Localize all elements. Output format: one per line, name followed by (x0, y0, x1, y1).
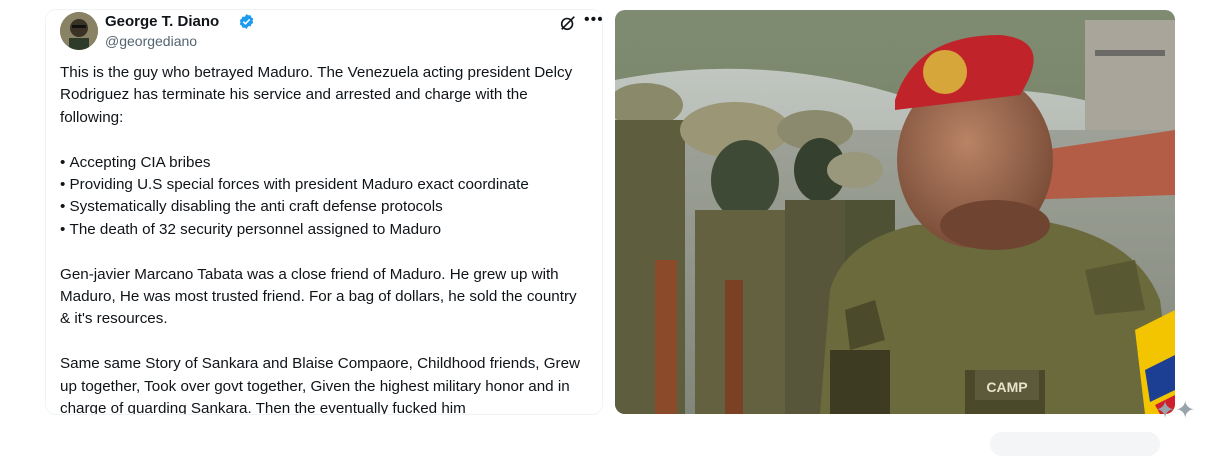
name-tape: CAMP (986, 379, 1027, 395)
soldier-photo: CAMP (615, 10, 1175, 414)
author-name[interactable]: George T. Diano (105, 13, 219, 30)
list-item: Accepting CIA bribes (60, 152, 590, 174)
more-icon[interactable]: ••• (584, 12, 602, 28)
tweet-paragraph-3: Same same Story of Sankara and Blaise Co… (60, 355, 581, 414)
watermark-logo: ✦✦ (1155, 397, 1196, 424)
verified-badge-icon (239, 14, 254, 29)
bottom-pill (990, 432, 1160, 456)
tweet-text: This is the guy who betrayed Maduro. The… (60, 62, 590, 414)
tweet-card: George T. Diano @georgediano ••• This is… (46, 10, 602, 414)
list-item: Systematically disabling the anti craft … (60, 196, 590, 218)
list-item: Providing U.S special forces with presid… (60, 174, 590, 196)
avatar[interactable] (60, 12, 98, 50)
tweet-paragraph-1: This is the guy who betrayed Maduro. The… (60, 64, 573, 126)
tweet-paragraph-2: Gen-javier Marcano Tabata was a close fr… (60, 265, 577, 328)
grok-icon[interactable] (559, 14, 577, 32)
tweet-header: George T. Diano @georgediano ••• (60, 12, 602, 60)
author-handle[interactable]: @georgediano (105, 33, 197, 49)
list-item: The death of 32 security personnel assig… (60, 219, 590, 241)
charges-list: Accepting CIA bribes Providing U.S speci… (60, 152, 590, 242)
